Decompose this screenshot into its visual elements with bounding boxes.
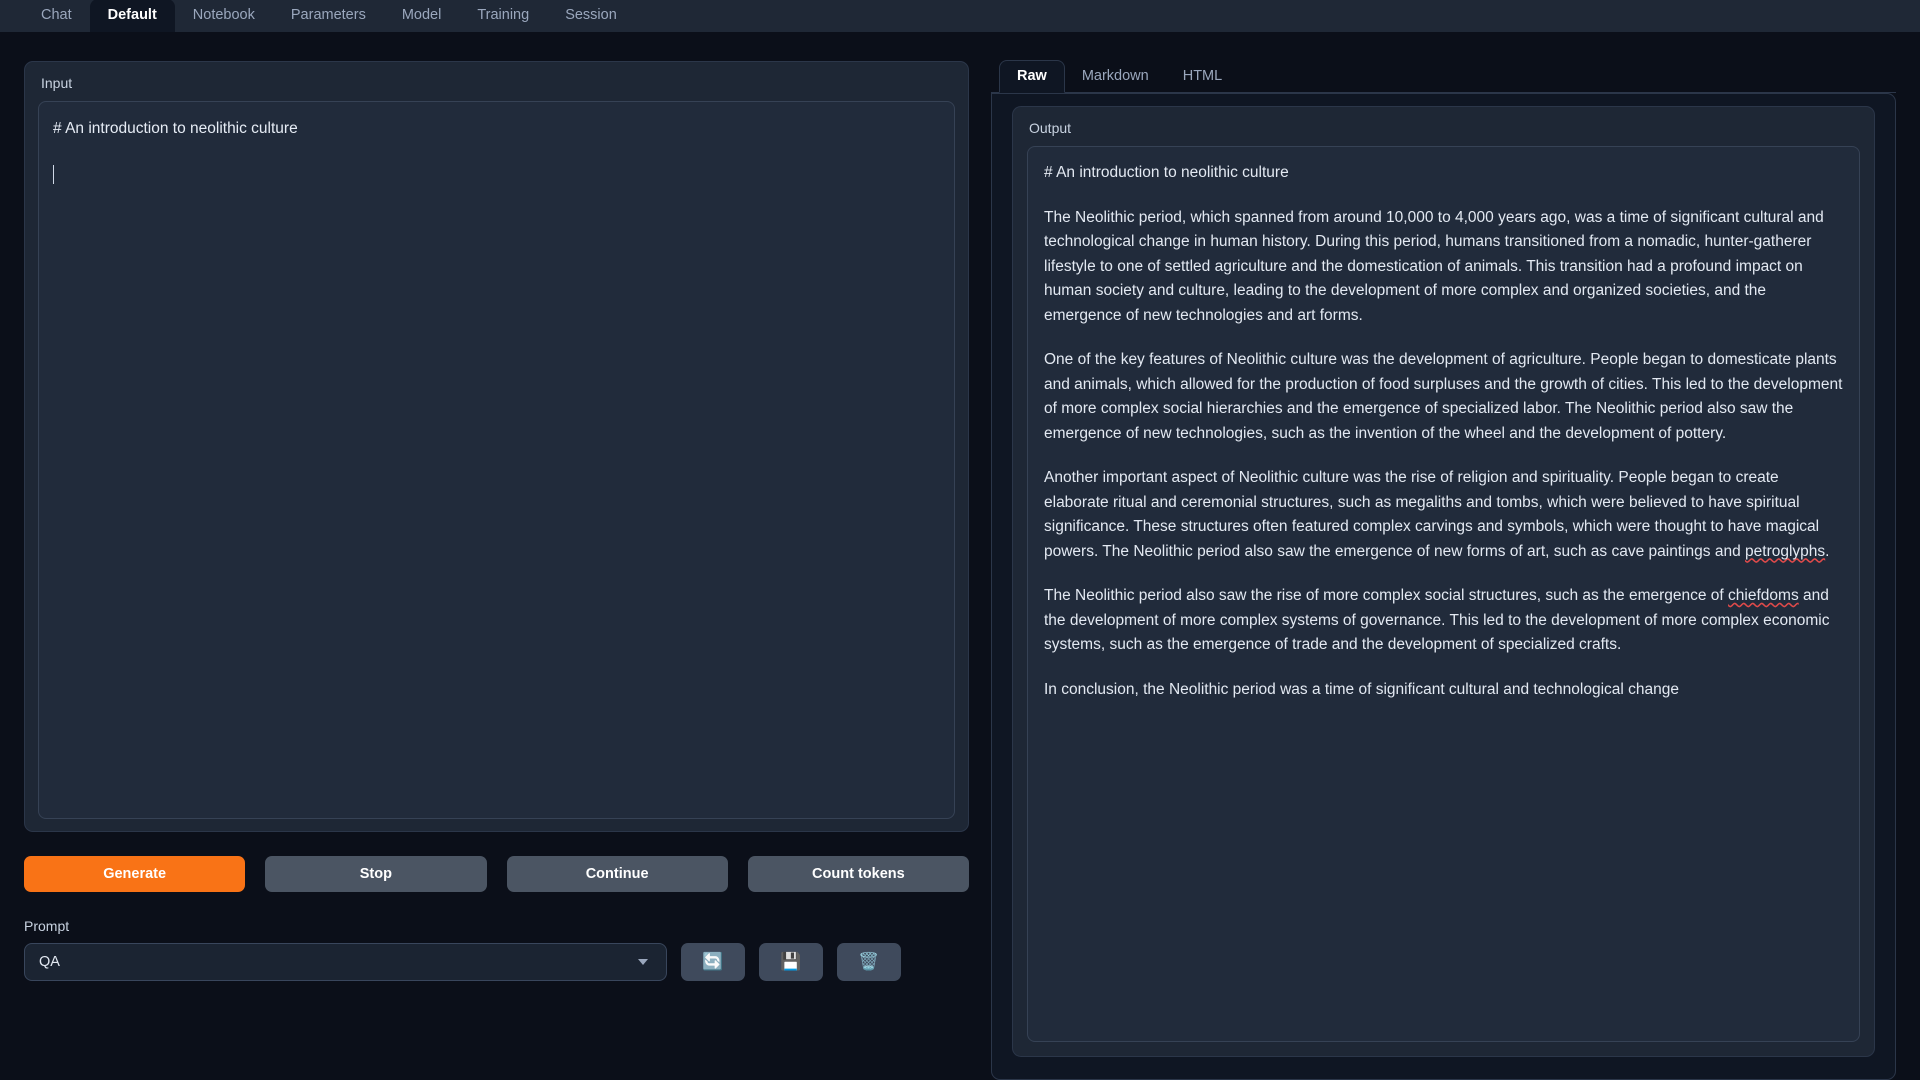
prompt-label: Prompt	[24, 918, 70, 934]
prompt-row: QA 🔄 💾 🗑️	[24, 943, 969, 981]
count-tokens-button[interactable]: Count tokens	[747, 856, 969, 892]
tab-html[interactable]: HTML	[1166, 61, 1239, 92]
tab-raw[interactable]: Raw	[999, 60, 1065, 93]
input-text-value: # An introduction to neolithic culture	[53, 120, 298, 137]
spellcheck-word: petroglyphs	[1745, 542, 1826, 560]
output-paragraph: The Neolithic period also saw the rise o…	[1044, 587, 1830, 653]
output-label: Output	[1029, 120, 1072, 136]
output-paragraph: One of the key features of Neolithic cul…	[1044, 351, 1843, 442]
tab-session[interactable]: Session	[547, 0, 635, 32]
trash-icon: 🗑️	[858, 952, 880, 971]
delete-prompt-button[interactable]: 🗑️	[837, 943, 901, 981]
tab-model[interactable]: Model	[384, 0, 460, 32]
input-label: Input	[41, 75, 73, 91]
output-tab-bar: Raw Markdown HTML	[991, 60, 1896, 93]
continue-button[interactable]: Continue	[506, 856, 728, 892]
main-content: Input # An introduction to neolithic cul…	[0, 33, 1920, 1080]
generate-button[interactable]: Generate	[24, 856, 246, 892]
refresh-icon: 🔄	[702, 952, 724, 971]
tab-training[interactable]: Training	[459, 0, 547, 32]
tab-default[interactable]: Default	[89, 0, 175, 32]
chevron-down-icon	[638, 959, 648, 965]
tab-parameters[interactable]: Parameters	[273, 0, 384, 32]
tab-markdown[interactable]: Markdown	[1065, 61, 1166, 92]
spellcheck-word: chiefdoms	[1728, 587, 1799, 604]
tab-notebook[interactable]: Notebook	[175, 0, 273, 32]
output-panel: Output # An introduction to neolithic cu…	[1012, 106, 1875, 1057]
prompt-select[interactable]: QA	[24, 943, 667, 981]
main-tab-bar: Chat Default Notebook Parameters Model T…	[0, 0, 1920, 33]
text-cursor	[53, 165, 54, 184]
output-paragraph: In conclusion, the Neolithic period was …	[1044, 680, 1680, 698]
right-column: Raw Markdown HTML Output # An introducti…	[991, 60, 1896, 1080]
left-column: Input # An introduction to neolithic cul…	[24, 61, 969, 1080]
stop-button[interactable]: Stop	[265, 856, 487, 892]
prompt-selected-value: QA	[39, 954, 60, 970]
output-paragraph: The Neolithic period, which spanned from…	[1044, 208, 1824, 324]
input-textarea[interactable]: # An introduction to neolithic culture	[38, 101, 955, 819]
output-text-area[interactable]: # An introduction to neolithic culture T…	[1027, 146, 1860, 1042]
tab-chat[interactable]: Chat	[23, 0, 90, 32]
save-prompt-button[interactable]: 💾	[759, 943, 823, 981]
output-tab-panel: Output # An introduction to neolithic cu…	[991, 93, 1896, 1080]
action-buttons-row: Generate Stop Continue Count tokens	[24, 856, 969, 892]
input-panel: Input # An introduction to neolithic cul…	[24, 61, 969, 832]
floppy-disk-icon: 💾	[780, 952, 802, 971]
refresh-prompt-button[interactable]: 🔄	[681, 943, 745, 981]
output-heading: # An introduction to neolithic culture	[1044, 164, 1289, 181]
output-paragraph: Another important aspect of Neolithic cu…	[1044, 469, 1830, 560]
